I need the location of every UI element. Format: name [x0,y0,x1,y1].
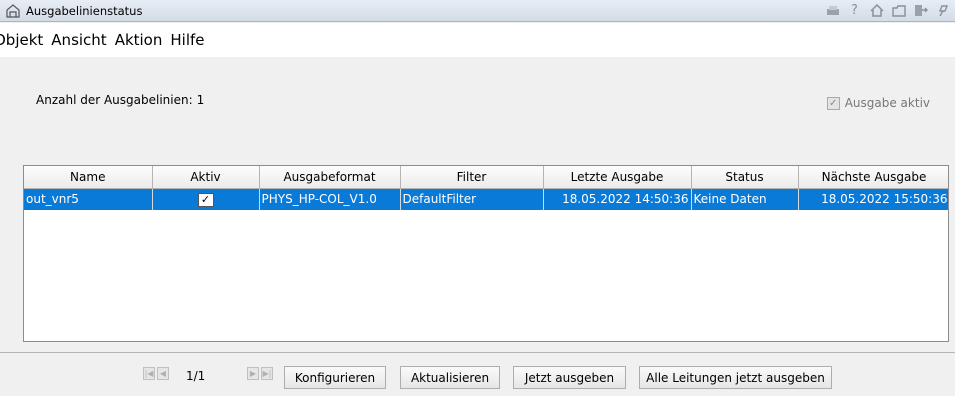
count-value: 1 [196,93,205,107]
output-all-lines-button[interactable]: Alle Leitungen jetzt ausgeben [639,366,832,389]
home-icon[interactable] [868,2,885,19]
ausgabe-aktiv-checkbox[interactable]: ✓ Ausgabe aktiv [826,96,930,110]
column-header-ausgabeformat[interactable]: Ausgabeformat [259,166,401,189]
first-page-icon[interactable]: |◀ [143,367,155,380]
exit-icon[interactable] [912,2,929,19]
ausgabe-aktiv-label: Ausgabe aktiv [844,96,930,110]
pager-forward: ▶ ▶| [247,367,275,380]
bottom-toolbar: |◀ ◀ 1/1 ▶ ▶| Konfigurieren Aktualisiere… [0,353,955,396]
column-header-naechste-ausgabe[interactable]: Nächste Ausgabe [798,166,948,189]
last-page-icon[interactable]: ▶| [261,367,273,380]
output-now-button[interactable]: Jetzt ausgeben [513,366,626,389]
help-icon[interactable]: ? [846,2,863,19]
refresh-button[interactable]: Aktualisieren [400,366,500,389]
table-row[interactable]: out_vnr5 ✓ PHYS_HP-COL_V1.0 DefaultFilte… [24,188,948,210]
menu-ansicht[interactable]: Ansicht [50,31,107,49]
configure-button[interactable]: Konfigurieren [284,366,386,389]
title-bar: Ausgabelinienstatus ? [0,0,955,22]
cell-aktiv[interactable]: ✓ [152,188,260,210]
cell-ausgabeformat: PHYS_HP-COL_V1.0 [259,188,401,210]
column-header-name[interactable]: Name [24,166,153,189]
app-icon [6,3,20,18]
print-icon[interactable] [824,2,841,19]
window-title: Ausgabelinienstatus [26,3,143,18]
checkbox-checked-icon: ✓ [826,96,840,110]
prev-page-icon[interactable]: ◀ [157,367,169,380]
cell-filter: DefaultFilter [400,188,544,210]
column-header-filter[interactable]: Filter [400,166,544,189]
folder-icon[interactable] [890,2,907,19]
menu-aktion[interactable]: Aktion [114,31,164,49]
output-line-count: Anzahl der Ausgabelinien: 1 [36,93,208,107]
checkbox-checked-icon: ✓ [197,192,214,207]
cell-letzte-ausgabe: 18.05.2022 14:50:36 [543,188,692,210]
count-label: Anzahl der Ausgabelinien: [36,93,193,107]
pager-back: |◀ ◀ [143,367,171,380]
menu-bar: Objekt Ansicht Aktion Hilfe [0,23,955,57]
pin-icon[interactable] [934,2,951,19]
cell-status: Keine Daten [691,188,799,210]
table-header: Name Aktiv Ausgabeformat Filter Letzte A… [24,166,948,189]
menu-objekt[interactable]: Objekt [0,31,44,49]
output-lines-table: Name Aktiv Ausgabeformat Filter Letzte A… [23,165,949,342]
page-indicator: 1/1 [186,369,206,383]
column-header-letzte-ausgabe[interactable]: Letzte Ausgabe [543,166,692,189]
menu-hilfe[interactable]: Hilfe [169,31,205,49]
column-header-status[interactable]: Status [691,166,799,189]
cell-name: out_vnr5 [24,188,153,210]
column-header-aktiv[interactable]: Aktiv [152,166,260,189]
cell-naechste-ausgabe: 18.05.2022 15:50:36 [798,188,948,210]
next-page-icon[interactable]: ▶ [247,367,259,380]
